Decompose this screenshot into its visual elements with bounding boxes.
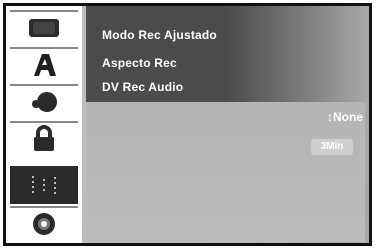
sub-option-value: 3Min [311,139,353,155]
disc-menu-icon [29,18,59,37]
recording-menu: Modo Rec Ajustado Aspecto Rec DV Rec Aud… [86,6,368,102]
letter-a-icon [34,53,56,76]
settings-frame: Modo Rec Ajustado Aspecto Rec DV Rec Aud… [3,3,372,246]
sidebar-item-audio[interactable] [10,84,78,117]
sidebar-item-disc[interactable] [10,206,78,239]
selected-option-value[interactable]: ↕None [327,110,363,124]
recording-settings-icon [32,176,56,194]
settings-screen: Modo Rec Ajustado Aspecto Rec DV Rec Aud… [0,0,376,249]
content-area [86,102,365,242]
sidebar-item-general[interactable] [10,10,78,43]
audio-speaker-icon [32,91,57,112]
menu-fade [226,6,368,102]
dvd-disc-icon [33,212,55,235]
main-panel: Modo Rec Ajustado Aspecto Rec DV Rec Aud… [82,6,369,243]
sidebar-item-language[interactable] [10,47,78,80]
sidebar-item-lock[interactable] [10,121,78,154]
sidebar [6,6,82,243]
menu-item-dv-rec-audio[interactable]: DV Rec Audio [102,80,183,94]
menu-item-rec-aspect[interactable]: Aspecto Rec [102,56,177,70]
sidebar-item-recording[interactable] [10,166,78,204]
padlock-icon [34,124,54,151]
menu-item-rec-mode[interactable]: Modo Rec Ajustado [102,28,217,42]
